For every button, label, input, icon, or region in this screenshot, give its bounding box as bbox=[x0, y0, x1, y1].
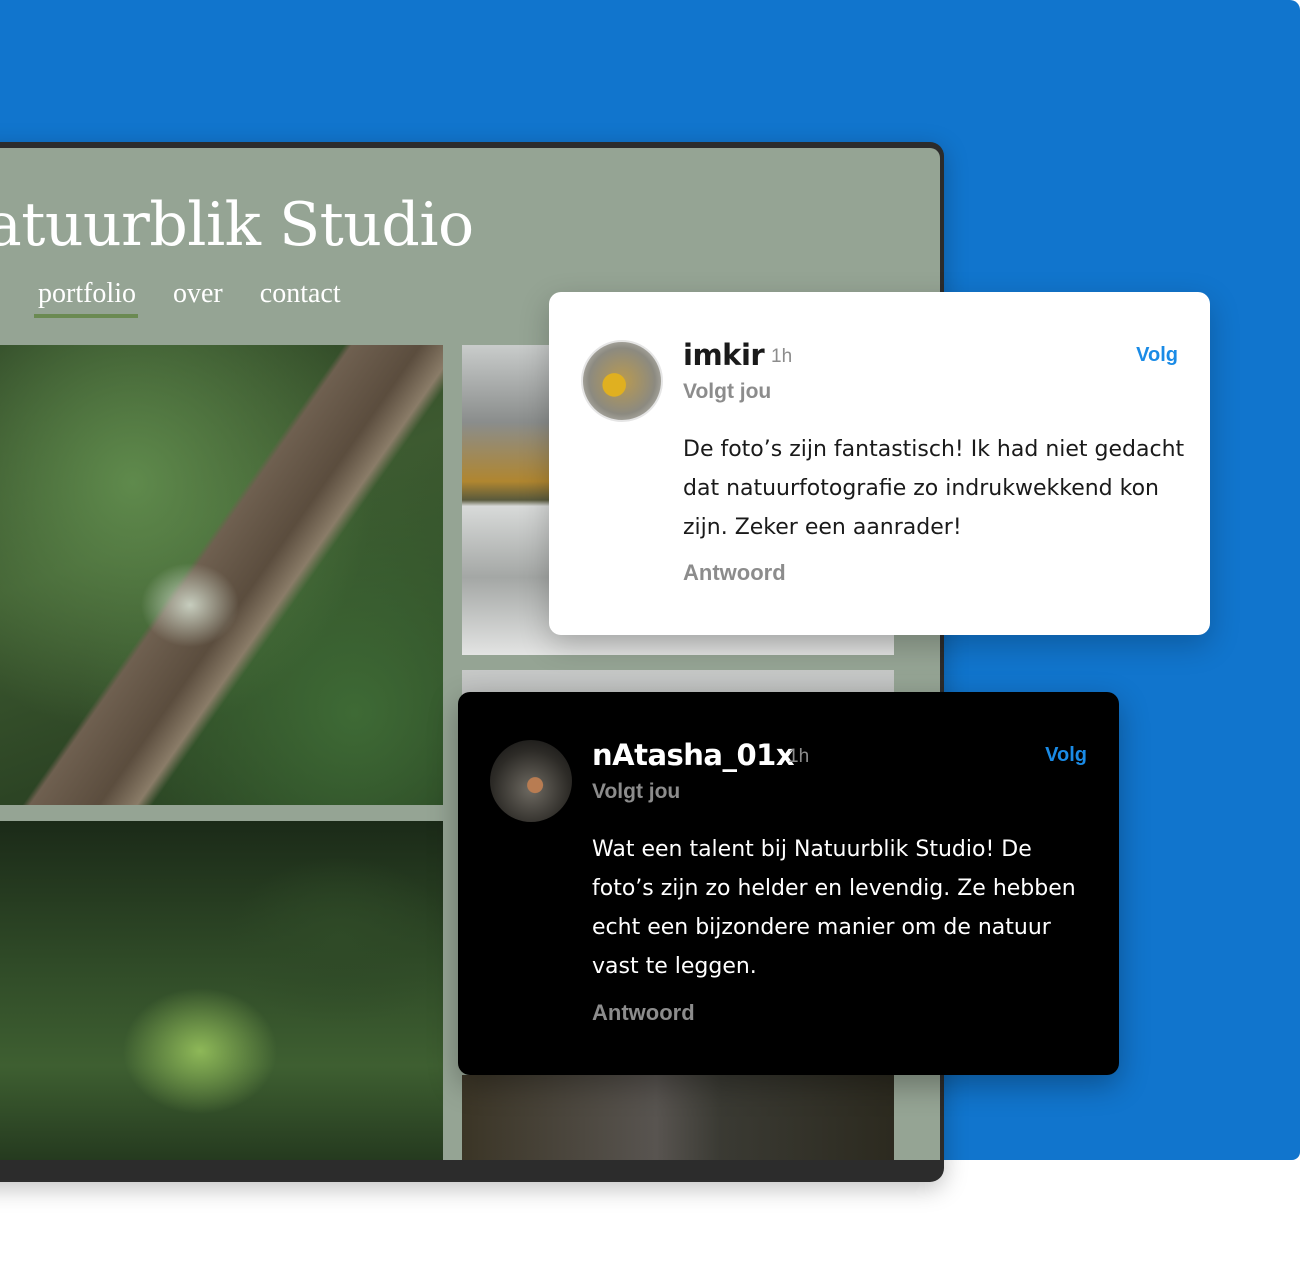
follow-button[interactable]: Volg bbox=[1136, 344, 1178, 367]
portfolio-photo-jungle-tree[interactable] bbox=[0, 345, 443, 805]
comment-card: nAtasha_01x 1h Volg Volgt jou Wat een ta… bbox=[458, 692, 1119, 1075]
comment-username[interactable]: imkir bbox=[683, 338, 765, 372]
site-nav: portfolio over contact bbox=[34, 278, 341, 318]
avatar[interactable] bbox=[581, 340, 663, 422]
portfolio-photo-tropical-garden[interactable] bbox=[0, 821, 443, 1160]
nav-link-contact[interactable]: contact bbox=[260, 278, 341, 310]
comment-text: Wat een talent bij Natuurblik Studio! De… bbox=[592, 837, 1076, 979]
comment-time: 1h bbox=[788, 746, 810, 767]
portfolio-photo-waterfall[interactable] bbox=[462, 1075, 894, 1160]
comment-time: 1h bbox=[771, 346, 793, 367]
avatar[interactable] bbox=[490, 740, 572, 822]
comment-text: De foto’s zijn fantastisch! Ik had niet … bbox=[683, 437, 1185, 540]
follow-button[interactable]: Volg bbox=[1045, 744, 1087, 767]
follows-you-label: Volgt jou bbox=[592, 780, 681, 803]
comment-username[interactable]: nAtasha_01x bbox=[592, 738, 795, 772]
nav-link-over[interactable]: over bbox=[173, 278, 223, 310]
reply-button[interactable]: Antwoord bbox=[683, 560, 786, 586]
comment-card: imkir 1h Volg Volgt jou De foto’s zijn f… bbox=[549, 292, 1210, 635]
follows-you-label: Volgt jou bbox=[683, 380, 772, 403]
reply-button[interactable]: Antwoord bbox=[592, 1000, 695, 1026]
nav-link-portfolio[interactable]: portfolio bbox=[34, 278, 138, 318]
site-title: atuurblik Studio bbox=[0, 190, 474, 260]
